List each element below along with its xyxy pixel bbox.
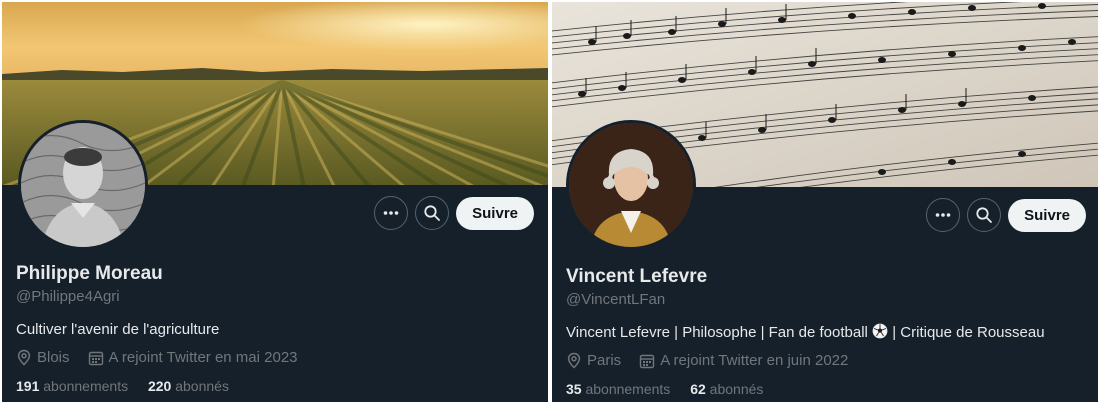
display-name: Philippe Moreau xyxy=(16,263,163,284)
followers-count: 220 xyxy=(147,378,172,394)
avatar[interactable] xyxy=(566,120,696,250)
username: @Philippe4Agri xyxy=(16,288,120,305)
followers-count: 62 xyxy=(690,381,706,397)
follow-button[interactable]: Suivre xyxy=(456,196,534,230)
profile-actions: Suivre xyxy=(926,198,1086,232)
soccer-ball-icon xyxy=(872,323,888,339)
profile-meta: Paris A rejoint Twitter en juin 2022 xyxy=(566,352,866,369)
bio-text-continued: | Critique de Rousseau xyxy=(892,324,1045,341)
location-pin-icon xyxy=(17,349,31,366)
bio-text: Vincent Lefevre | Philosophe | Fan de fo… xyxy=(566,324,868,341)
more-button[interactable] xyxy=(374,196,409,230)
following-label: abonnements xyxy=(585,381,671,397)
following-count: 35 xyxy=(566,381,582,397)
username: @VincentLFan xyxy=(566,291,666,308)
follow-button[interactable]: Suivre xyxy=(1008,198,1086,232)
avatar[interactable] xyxy=(18,120,148,250)
followers-label: abonnés xyxy=(175,378,229,394)
bio: Vincent Lefevre | Philosophe | Fan de fo… xyxy=(566,323,1045,341)
display-name: Vincent Lefevre xyxy=(566,266,708,287)
follow-stats: 191 abonnements 220 abonnés xyxy=(16,378,245,394)
followers-label: abonnés xyxy=(709,381,764,397)
following-link[interactable]: 191 abonnements xyxy=(16,378,128,394)
location: Blois xyxy=(37,349,70,366)
search-icon xyxy=(976,207,993,223)
follow-stats: 35 abonnements 62 abonnés xyxy=(566,381,779,397)
following-link[interactable]: 35 abonnements xyxy=(566,381,670,397)
location-pin-icon xyxy=(567,352,581,369)
search-button[interactable] xyxy=(967,198,1002,232)
join-date: A rejoint Twitter en mai 2023 xyxy=(108,349,298,366)
followers-link[interactable]: 220 abonnés xyxy=(148,378,229,394)
following-label: abonnements xyxy=(43,378,129,394)
profile-card: Suivre Vincent Lefevre @VincentLFan Vinc… xyxy=(552,2,1098,402)
location: Paris xyxy=(587,352,622,369)
bio: Cultiver l'avenir de l'agriculture xyxy=(16,321,220,338)
search-button[interactable] xyxy=(415,196,450,230)
profile-card: Suivre Philippe Moreau @Philippe4Agri Cu… xyxy=(2,2,548,402)
profile-meta: Blois A rejoint Twitter en mai 2023 xyxy=(16,349,316,366)
calendar-icon xyxy=(639,354,655,368)
join-date: A rejoint Twitter en juin 2022 xyxy=(660,352,849,369)
more-icon xyxy=(935,213,951,217)
more-icon xyxy=(383,211,399,215)
profile-actions: Suivre xyxy=(374,196,534,230)
following-count: 191 xyxy=(16,378,40,394)
calendar-icon xyxy=(88,351,103,365)
search-icon xyxy=(424,205,441,221)
followers-link[interactable]: 62 abonnés xyxy=(690,381,763,397)
more-button[interactable] xyxy=(926,198,961,232)
